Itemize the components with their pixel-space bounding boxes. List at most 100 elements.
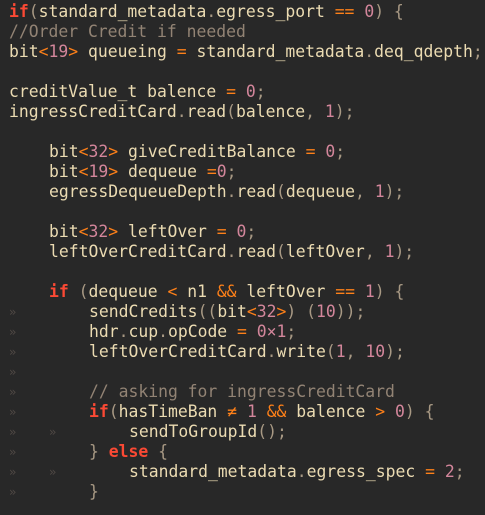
code-line[interactable]: »} else { xyxy=(0,442,485,462)
code-line[interactable]: bit<19> dequeue =0; xyxy=(0,162,485,182)
code-token: 0 xyxy=(245,82,256,101)
code-text: if (dequeue < n1 && leftOver == 1) { xyxy=(49,282,404,302)
code-token: ); xyxy=(385,342,405,361)
indent-guide-icon: » xyxy=(9,345,17,359)
code-token: standard_metadata xyxy=(129,462,297,481)
code-token: ; xyxy=(255,82,266,101)
code-token: 0 xyxy=(364,2,375,21)
code-token: deq_qdepth xyxy=(374,42,473,61)
code-token: = xyxy=(226,82,236,101)
code-line[interactable]: leftOverCreditCard.read(leftOver, 1); xyxy=(0,242,485,262)
indent-guide-icon: » xyxy=(9,385,17,399)
code-token: egress_spec xyxy=(306,462,426,481)
code-token: ingressCreditCard xyxy=(9,102,177,121)
code-line[interactable]: bit<32> leftOver = 0; xyxy=(0,222,485,242)
code-token: ); xyxy=(334,102,355,121)
code-line[interactable]: » // asking for ingressCreditCard xyxy=(0,382,485,402)
code-line[interactable]: » if(hasTimeBan ≠ 1 && balence > 0) { xyxy=(0,402,485,422)
code-token: 32 xyxy=(88,142,109,161)
code-token: )); xyxy=(335,302,366,321)
code-line[interactable]: bit<19> queueing = standard_metadata.deq… xyxy=(0,42,485,62)
code-token: bit xyxy=(49,162,79,181)
code-token: > xyxy=(375,402,386,421)
code-text: bit<32> giveCreditBalance = 0; xyxy=(49,142,345,162)
code-token: , xyxy=(305,102,325,121)
code-token: . xyxy=(206,2,217,21)
indent-guide-icon: » xyxy=(9,365,17,379)
code-token: . xyxy=(364,42,375,61)
code-token: 1 xyxy=(364,282,375,301)
code-token: 1 xyxy=(384,242,395,261)
code-token: 19 xyxy=(48,42,69,61)
code-token: . xyxy=(118,322,129,341)
code-line[interactable]: if(standard_metadata.egress_port == 0) { xyxy=(0,2,485,22)
code-token: giveCreditBalance xyxy=(118,142,306,161)
code-text: leftOverCreditCard.read(leftOver, 1); xyxy=(49,242,414,262)
code-token: ( xyxy=(325,342,336,361)
code-token: } xyxy=(89,442,109,461)
code-token: write xyxy=(276,342,326,361)
code-token: . xyxy=(266,342,277,361)
code-token: ( xyxy=(28,2,39,21)
code-token: (( xyxy=(197,302,218,321)
code-token: sendToGroupId xyxy=(129,422,258,441)
code-line[interactable]: ingressCreditCard.read(balence, 1); xyxy=(0,102,485,122)
code-token: dequeue xyxy=(285,182,355,201)
code-token: 10 xyxy=(316,302,336,321)
code-line[interactable] xyxy=(0,122,485,142)
code-token: } xyxy=(89,482,99,501)
code-token: bit xyxy=(49,142,79,161)
indent-guide-icon: » xyxy=(49,465,57,479)
code-token: { xyxy=(148,442,168,461)
code-text: egressDequeueDepth.read(dequeue, 1); xyxy=(49,182,404,202)
code-token: leftOver xyxy=(236,282,336,301)
code-line[interactable] xyxy=(0,202,485,222)
code-line[interactable]: creditValue_t balence = 0; xyxy=(0,82,485,102)
code-line[interactable]: » » sendToGroupId(); xyxy=(0,422,485,442)
code-line[interactable]: //Order Credit if needed xyxy=(0,22,485,42)
code-line[interactable]: » xyxy=(0,362,485,382)
indent-guide-icon: » xyxy=(9,485,17,499)
code-line[interactable]: » leftOverCreditCard.write(1, 10); xyxy=(0,342,485,362)
code-token: bit xyxy=(217,302,247,321)
code-token: ; xyxy=(286,322,297,341)
code-line[interactable] xyxy=(0,62,485,82)
code-token: 10 xyxy=(365,342,386,361)
code-token: . xyxy=(176,102,187,121)
code-text: bit<19> queueing = standard_metadata.deq… xyxy=(9,42,483,62)
code-token: // asking for ingressCreditCard xyxy=(89,382,395,401)
code-token: < xyxy=(78,142,89,161)
indent-guide-icon: » xyxy=(9,425,17,439)
code-token: 1 xyxy=(324,102,335,121)
code-line[interactable]: if (dequeue < n1 && leftOver == 1) { xyxy=(0,282,485,302)
code-token: < xyxy=(78,222,89,241)
code-line[interactable]: » sendCredits((bit<32>) (10)); xyxy=(0,302,485,322)
code-token: egress_port xyxy=(216,2,335,21)
code-token: dequeue xyxy=(88,282,168,301)
code-token: ; xyxy=(454,462,465,481)
code-token: 2 xyxy=(444,462,455,481)
code-token: > xyxy=(68,42,79,61)
code-token: 0 xyxy=(395,402,405,421)
code-token: < xyxy=(167,282,178,301)
code-token: ( xyxy=(275,182,286,201)
code-line[interactable]: »} xyxy=(0,482,485,502)
code-token: = xyxy=(305,142,316,161)
code-token: read xyxy=(236,242,276,261)
code-text: creditValue_t balence = 0; xyxy=(9,82,266,102)
code-token: creditValue_t balence xyxy=(9,82,227,101)
code-token: . xyxy=(226,182,237,201)
code-line[interactable] xyxy=(0,262,485,282)
code-token: leftOver xyxy=(285,242,365,261)
code-editor[interactable]: if(standard_metadata.egress_port == 0) {… xyxy=(0,0,485,515)
code-line[interactable]: egressDequeueDepth.read(dequeue, 1); xyxy=(0,182,485,202)
code-line[interactable]: » » standard_metadata.egress_spec = 2; xyxy=(0,462,485,482)
code-line[interactable]: bit<32> giveCreditBalance = 0; xyxy=(0,142,485,162)
code-token: , xyxy=(364,242,385,261)
code-line[interactable]: » hdr.cup.opCode = 0×1; xyxy=(0,322,485,342)
code-token: == xyxy=(335,282,355,301)
code-token: read xyxy=(186,102,227,121)
